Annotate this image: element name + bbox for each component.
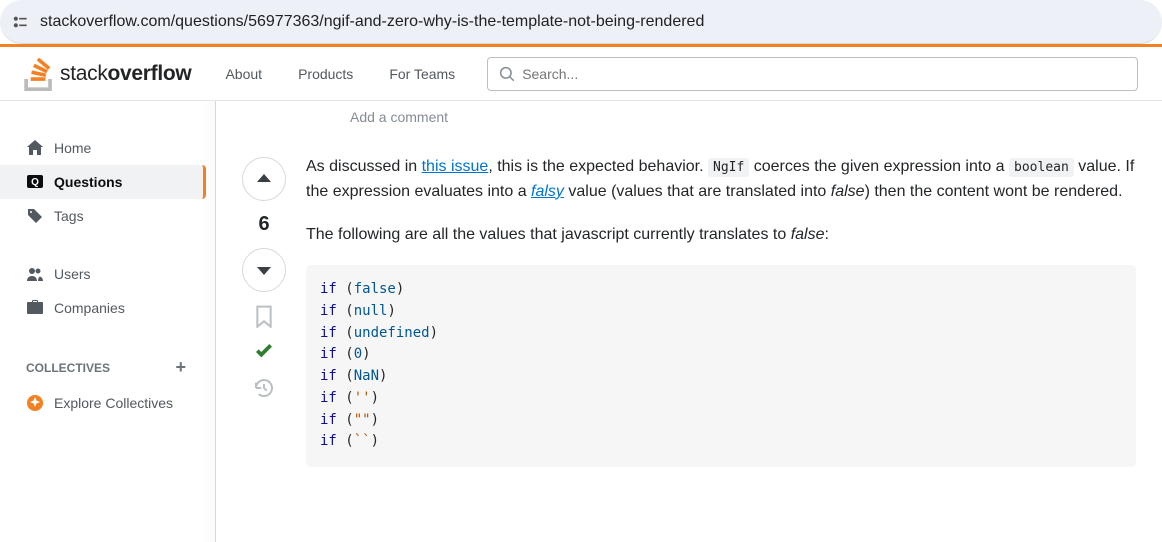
sidebar-item-label: Companies (54, 300, 125, 316)
sidebar-item-explore-collectives[interactable]: Explore Collectives (0, 386, 216, 420)
answer-paragraph-2: The following are all the values that ja… (306, 223, 1136, 248)
bookmark-icon (252, 304, 276, 328)
svg-text:Q: Q (31, 177, 39, 188)
sidebar-item-label: Users (54, 266, 91, 282)
search-icon (498, 65, 516, 83)
falsy-link[interactable]: falsy (531, 183, 564, 200)
upvote-button[interactable] (242, 157, 286, 201)
vote-score: 6 (258, 209, 269, 240)
accepted-answer-check (252, 340, 276, 364)
issue-link[interactable]: this issue (422, 158, 489, 175)
nav-products[interactable]: Products (286, 60, 365, 88)
add-comment-link[interactable]: Add a comment (242, 101, 1136, 155)
sidebar: Home Q Questions Tags Users Companies CO… (0, 101, 216, 542)
sidebar-item-label: Explore Collectives (54, 395, 173, 411)
nav-for-teams[interactable]: For Teams (377, 60, 467, 88)
briefcase-icon (26, 299, 44, 317)
url-text[interactable]: stackoverflow.com/questions/56977363/ngi… (40, 13, 704, 31)
header: stackoverflow About Products For Teams (0, 47, 1162, 101)
tag-icon (26, 207, 44, 225)
activity-history-button[interactable] (252, 376, 276, 400)
history-icon (252, 376, 276, 400)
downvote-button[interactable] (242, 248, 286, 292)
main-content: Add a comment 6 As discussed in this iss… (216, 101, 1162, 542)
logo-text: stackoverflow (60, 62, 191, 86)
chevron-up-icon (255, 170, 273, 188)
vote-column: 6 (242, 155, 286, 467)
plus-icon[interactable]: + (175, 357, 204, 378)
sidebar-item-users[interactable]: Users (0, 257, 216, 291)
url-bar[interactable]: stackoverflow.com/questions/56977363/ngi… (0, 0, 1162, 44)
site-settings-icon[interactable] (10, 12, 30, 32)
sidebar-item-label: Questions (54, 174, 122, 190)
home-icon (26, 139, 44, 157)
bookmark-button[interactable] (252, 304, 276, 328)
answer-body: As discussed in this issue, this is the … (306, 155, 1136, 467)
sidebar-item-companies[interactable]: Companies (0, 291, 216, 325)
questions-icon: Q (26, 173, 44, 191)
code-ngif: NgIf (708, 158, 749, 177)
sidebar-item-home[interactable]: Home (0, 131, 216, 165)
sidebar-item-label: Tags (54, 208, 84, 224)
sidebar-item-tags[interactable]: Tags (0, 199, 216, 233)
sidebar-heading-collectives: COLLECTIVES + (0, 349, 216, 386)
checkmark-icon (252, 334, 276, 370)
code-block-falsy-values: if (false)if (null)if (undefined)if (0)i… (306, 265, 1136, 467)
sidebar-item-label: Home (54, 140, 91, 156)
nav-about[interactable]: About (213, 60, 274, 88)
sidebar-item-questions[interactable]: Q Questions (0, 165, 206, 199)
star-burst-icon (26, 394, 44, 412)
code-boolean: boolean (1009, 158, 1074, 177)
search-box[interactable] (487, 57, 1138, 91)
users-icon (26, 265, 44, 283)
chevron-down-icon (255, 261, 273, 279)
logo[interactable]: stackoverflow (24, 57, 191, 91)
search-input[interactable] (522, 66, 1127, 82)
answer: 6 As discussed in this issue, this is th… (242, 155, 1136, 467)
answer-paragraph-1: As discussed in this issue, this is the … (306, 155, 1136, 205)
